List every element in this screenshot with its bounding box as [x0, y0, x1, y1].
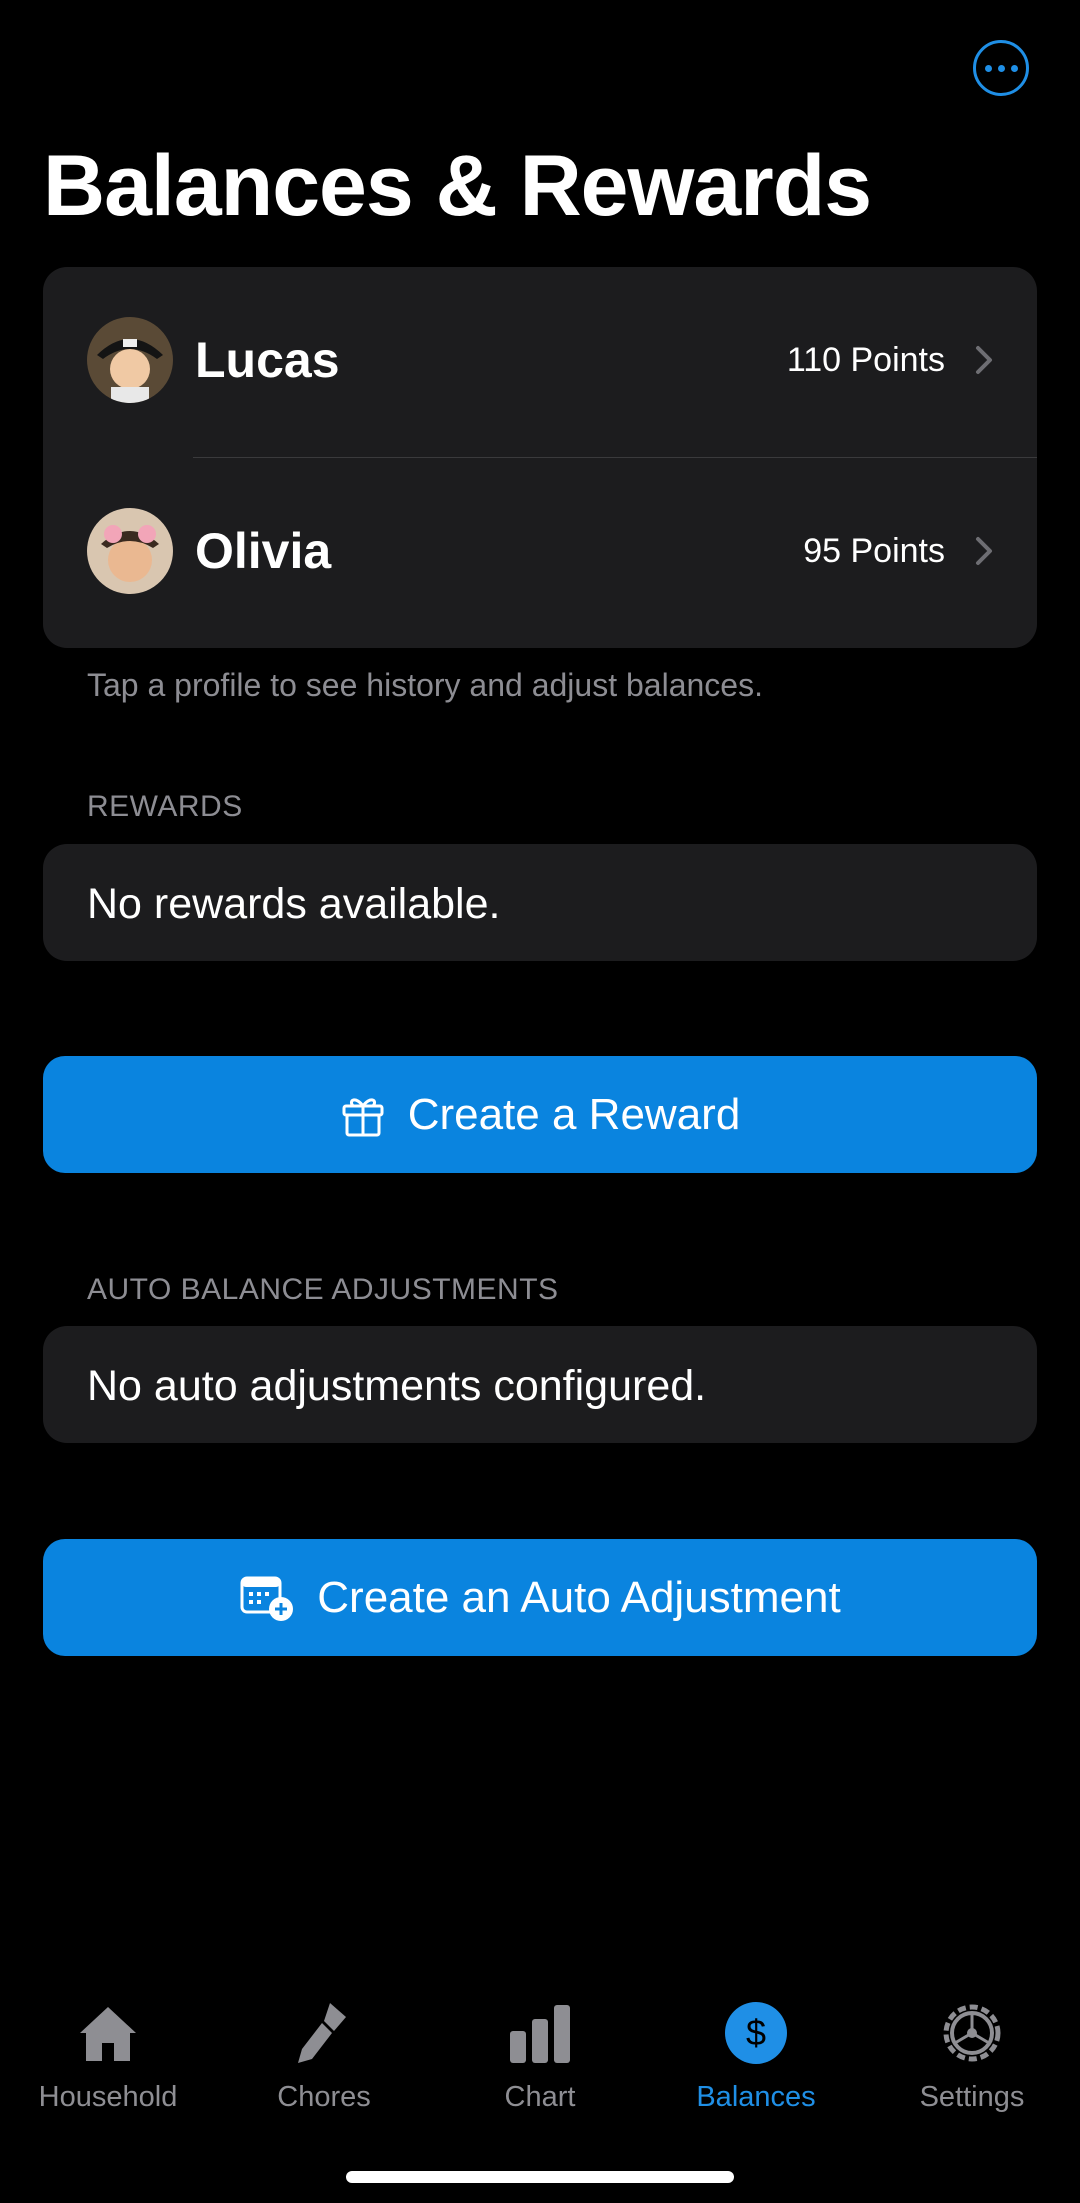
tab-chart[interactable]: Chart: [432, 1985, 648, 2125]
profile-points: 110 Points: [786, 341, 945, 379]
avatar: [87, 317, 173, 403]
auto-adjust-section-label: AUTO BALANCE ADJUSTMENTS: [87, 1273, 559, 1306]
gift-icon: [342, 1098, 384, 1136]
tab-label: Settings: [919, 2081, 1025, 2113]
ellipsis-dot: [1010, 64, 1018, 72]
page-title: Balances & Rewards: [43, 138, 872, 234]
rewards-empty-card: No rewards available.: [43, 844, 1037, 961]
create-auto-adjustment-label: Create an Auto Adjustment: [317, 1572, 841, 1622]
profile-name: Olivia: [195, 523, 332, 579]
ellipsis-dot: [984, 64, 992, 72]
chevron-right-icon: [976, 346, 992, 374]
tab-label: Household: [38, 2081, 178, 2113]
svg-text:$: $: [746, 2012, 766, 2053]
bar-chart-icon: [510, 2005, 570, 2063]
tab-bar: Household Chores Chart $ Balances Settin…: [0, 1985, 1080, 2125]
profile-row-olivia[interactable]: Olivia 95 Points: [43, 458, 1037, 648]
profile-row-lucas[interactable]: Lucas 110 Points: [43, 267, 1037, 458]
tab-label: Balances: [696, 2081, 816, 2113]
rewards-empty-text: No rewards available.: [87, 880, 501, 928]
auto-adjust-empty-text: No auto adjustments configured.: [87, 1362, 707, 1410]
brush-icon: [298, 2003, 346, 2063]
avatar: [87, 508, 173, 594]
home-indicator[interactable]: [346, 2171, 734, 2183]
gear-icon: [943, 2004, 1001, 2062]
rewards-section-label: REWARDS: [87, 790, 243, 823]
profiles-card: Lucas 110 Points Olivia 95 Points: [43, 267, 1037, 648]
profile-points: 95 Points: [803, 532, 945, 570]
more-options-button[interactable]: [973, 40, 1029, 96]
tab-label: Chart: [504, 2081, 576, 2113]
calendar-plus-icon: [240, 1576, 294, 1621]
house-icon: [80, 2007, 136, 2061]
dollar-circle-icon: $: [725, 2002, 787, 2064]
auto-adjust-empty-card: No auto adjustments configured.: [43, 1326, 1037, 1443]
tab-household[interactable]: Household: [0, 1985, 216, 2125]
profile-name: Lucas: [195, 332, 340, 388]
chevron-right-icon: [976, 537, 992, 565]
tab-chores[interactable]: Chores: [216, 1985, 432, 2125]
profiles-hint: Tap a profile to see history and adjust …: [87, 667, 763, 703]
create-reward-label: Create a Reward: [407, 1089, 741, 1139]
tab-balances[interactable]: $ Balances: [648, 1985, 864, 2125]
tab-label: Chores: [277, 2081, 371, 2113]
create-auto-adjustment-button[interactable]: Create an Auto Adjustment: [43, 1539, 1037, 1656]
ellipsis-dot: [997, 64, 1005, 72]
tab-settings[interactable]: Settings: [864, 1985, 1080, 2125]
create-reward-button[interactable]: Create a Reward: [43, 1056, 1037, 1173]
